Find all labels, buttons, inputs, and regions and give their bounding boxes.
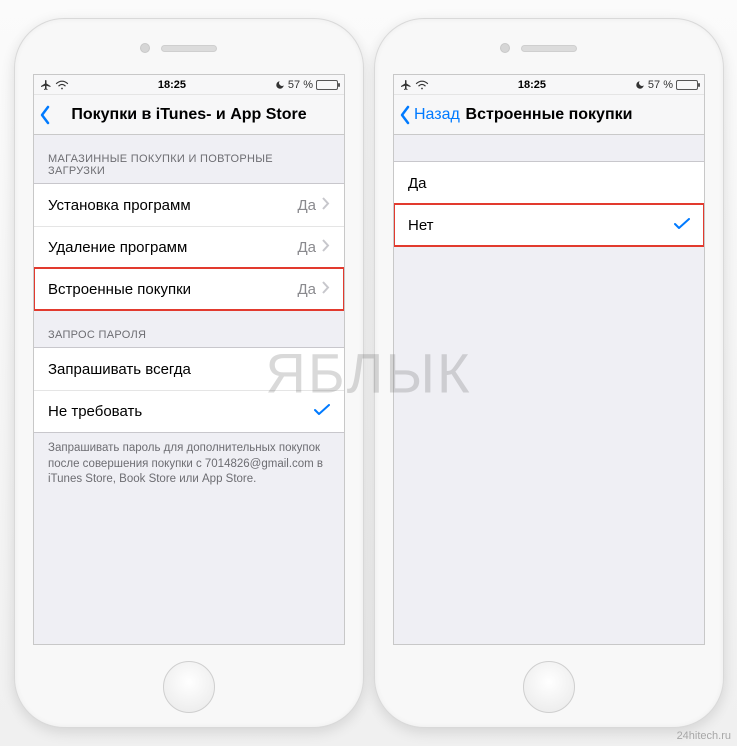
battery-icon (316, 80, 338, 90)
airplane-mode-icon (400, 79, 412, 91)
back-button[interactable]: Назад (394, 105, 460, 125)
battery-percent: 57 % (288, 79, 313, 91)
status-time: 18:25 (69, 79, 275, 91)
chevron-left-icon (38, 105, 52, 125)
image-credit: 24hitech.ru (677, 730, 731, 742)
back-button[interactable] (34, 105, 54, 125)
earpiece-speaker (521, 45, 577, 52)
airplane-mode-icon (40, 79, 52, 91)
group-yes-no: Да Нет (394, 161, 704, 247)
row-label: Нет (408, 217, 674, 234)
battery-icon (676, 80, 698, 90)
row-value: Да (297, 197, 316, 214)
row-label: Запрашивать всегда (48, 361, 330, 378)
row-label: Встроенные покупки (48, 281, 297, 298)
row-label: Не требовать (48, 403, 314, 420)
row-install-apps[interactable]: Установка программ Да (34, 184, 344, 226)
row-dont-require[interactable]: Не требовать (34, 390, 344, 432)
row-value: Да (297, 239, 316, 256)
row-option-no[interactable]: Нет (394, 204, 704, 246)
wifi-icon (415, 80, 429, 90)
screen-right: 18:25 57 % Назад Встроенные покупки (393, 74, 705, 645)
page-title: Покупки в iTunes- и App Store (34, 106, 344, 124)
chevron-right-icon (322, 281, 330, 298)
do-not-disturb-icon (275, 80, 285, 90)
chevron-left-icon (398, 105, 412, 125)
front-camera (500, 43, 510, 53)
nav-bar: Назад Встроенные покупки (394, 95, 704, 135)
status-bar: 18:25 57 % (34, 75, 344, 95)
back-label: Назад (414, 106, 460, 124)
wifi-icon (55, 80, 69, 90)
iphone-frame-left: 18:25 57 % Покупки в iTunes- и A (14, 18, 364, 728)
status-time: 18:25 (429, 79, 635, 91)
earpiece-speaker (161, 45, 217, 52)
home-button[interactable] (523, 661, 575, 713)
home-button[interactable] (163, 661, 215, 713)
group-store-purchases: Установка программ Да Удаление программ … (34, 183, 344, 311)
row-delete-apps[interactable]: Удаление программ Да (34, 226, 344, 268)
row-in-app-purchases[interactable]: Встроенные покупки Да (34, 268, 344, 310)
row-always-require[interactable]: Запрашивать всегда (34, 348, 344, 390)
status-bar: 18:25 57 % (394, 75, 704, 95)
row-value: Да (297, 281, 316, 298)
group-password-request: Запрашивать всегда Не требовать (34, 347, 344, 433)
row-label: Да (408, 175, 690, 192)
iphone-frame-right: 18:25 57 % Назад Встроенные покупки (374, 18, 724, 728)
row-option-yes[interactable]: Да (394, 162, 704, 204)
do-not-disturb-icon (635, 80, 645, 90)
checkmark-icon (674, 217, 690, 234)
chevron-right-icon (322, 239, 330, 256)
nav-bar: Покупки в iTunes- и App Store (34, 95, 344, 135)
row-label: Установка программ (48, 197, 297, 214)
section-header-password: ЗАПРОС ПАРОЛЯ (34, 311, 344, 347)
checkmark-icon (314, 403, 330, 420)
chevron-right-icon (322, 197, 330, 214)
row-label: Удаление программ (48, 239, 297, 256)
section-footer-note: Запрашивать пароль для дополнительных по… (34, 433, 344, 488)
screen-left: 18:25 57 % Покупки в iTunes- и A (33, 74, 345, 645)
front-camera (140, 43, 150, 53)
battery-percent: 57 % (648, 79, 673, 91)
section-header-store: МАГАЗИННЫЕ ПОКУПКИ И ПОВТОРНЫЕ ЗАГРУЗКИ (34, 135, 344, 183)
